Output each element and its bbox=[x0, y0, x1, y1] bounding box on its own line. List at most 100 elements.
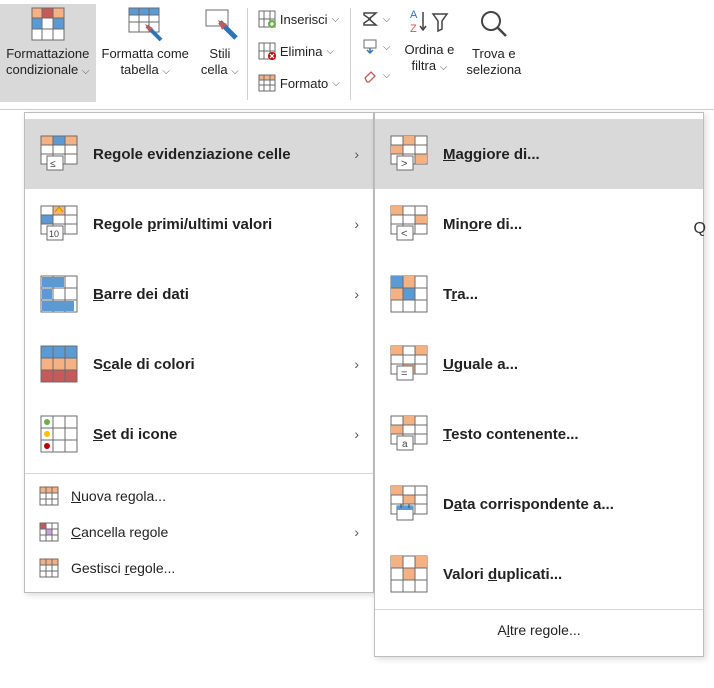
between-icon bbox=[389, 274, 429, 314]
date-icon bbox=[389, 484, 429, 524]
delete-cells-button[interactable]: Elimina ⌵ bbox=[256, 38, 342, 64]
top-bottom-label: Regole primi/ultimi valori bbox=[93, 216, 354, 233]
submenu-arrow-icon: › bbox=[354, 286, 359, 302]
submenu-arrow-icon: › bbox=[354, 146, 359, 162]
cell-styles-label2: cella ⌵ bbox=[201, 62, 239, 78]
ribbon: Formattazione condizionale ⌵ Formatta co… bbox=[0, 0, 714, 110]
chevron-down-icon: ⌵ bbox=[332, 78, 340, 89]
less-than-item[interactable]: < Minore di... bbox=[375, 189, 703, 259]
sort-filter-label1: Ordina e bbox=[404, 42, 454, 58]
conditional-formatting-button[interactable]: Formattazione condizionale ⌵ bbox=[0, 4, 96, 102]
fill-down-icon bbox=[361, 38, 379, 56]
new-rule-icon bbox=[39, 486, 59, 506]
color-scales-icon bbox=[39, 344, 79, 384]
format-icon bbox=[258, 74, 276, 92]
editing-icons: ⌵ ⌵ ⌵ bbox=[353, 4, 399, 88]
text-contains-icon: a bbox=[389, 414, 429, 454]
delete-label: Elimina bbox=[280, 44, 323, 59]
find-label2: seleziona bbox=[466, 62, 521, 78]
text-contains-label: Testo contenente... bbox=[443, 426, 689, 443]
chevron-down-icon: ⌵ bbox=[383, 70, 391, 81]
chevron-down-icon: ⌵ bbox=[231, 66, 239, 77]
svg-text:>: > bbox=[401, 158, 407, 170]
cells-group: Inserisci ⌵ Elimina ⌵ Formato ⌵ bbox=[250, 4, 348, 98]
svg-text:Z: Z bbox=[410, 23, 417, 35]
format-as-table-button[interactable]: Formatta come tabella ⌵ bbox=[96, 4, 195, 102]
clear-rules-item[interactable]: Cancella regole › bbox=[25, 514, 373, 550]
date-occurring-item[interactable]: Data corrispondente a... bbox=[375, 469, 703, 539]
highlight-rules-icon: ≤ bbox=[39, 134, 79, 174]
color-scales-item[interactable]: Scale di colori › bbox=[25, 329, 373, 399]
data-bars-label: Barre dei dati bbox=[93, 286, 354, 303]
manage-rules-icon bbox=[39, 558, 59, 578]
submenu-arrow-icon: › bbox=[354, 426, 359, 442]
more-rules-item[interactable]: Altre regole... bbox=[375, 609, 703, 650]
format-as-table-label1: Formatta come bbox=[102, 46, 189, 62]
svg-text:<: < bbox=[401, 228, 407, 240]
separator bbox=[350, 8, 351, 100]
data-bars-icon bbox=[39, 274, 79, 314]
more-rules-label: Altre regole... bbox=[497, 622, 580, 638]
fill-button[interactable]: ⌵ bbox=[359, 36, 393, 58]
greater-than-item[interactable]: > Maggiore di... bbox=[375, 119, 703, 189]
clear-rules-icon bbox=[39, 522, 59, 542]
data-bars-item[interactable]: Barre dei dati › bbox=[25, 259, 373, 329]
sigma-icon bbox=[361, 10, 379, 28]
clear-rules-label: Cancella regole bbox=[71, 524, 168, 540]
cell-styles-button[interactable]: Stili cella ⌵ bbox=[195, 4, 245, 102]
conditional-formatting-icon bbox=[30, 6, 66, 42]
insert-cells-button[interactable]: Inserisci ⌵ bbox=[256, 6, 342, 32]
submenu-arrow-icon: › bbox=[354, 524, 359, 540]
chevron-down-icon: ⌵ bbox=[82, 66, 90, 77]
duplicate-values-item[interactable]: Valori duplicati... bbox=[375, 539, 703, 609]
highlight-rules-submenu: > Maggiore di... < Minore di... Tra... =… bbox=[374, 112, 704, 657]
find-select-button[interactable]: Trova e seleziona bbox=[460, 4, 521, 102]
eraser-icon bbox=[361, 66, 379, 84]
insert-label: Inserisci bbox=[280, 12, 328, 27]
svg-text:A: A bbox=[410, 9, 418, 21]
sort-filter-button[interactable]: AZ Ordina e filtra ⌵ bbox=[398, 4, 460, 102]
svg-text:a: a bbox=[402, 439, 408, 450]
equal-to-label: Uguale a... bbox=[443, 356, 689, 373]
new-rule-item[interactable]: Nuova regola... bbox=[25, 478, 373, 514]
format-as-table-label2: tabella ⌵ bbox=[120, 62, 170, 78]
conditional-formatting-label2: condizionale ⌵ bbox=[6, 62, 90, 78]
new-rule-label: Nuova regola... bbox=[71, 488, 166, 504]
find-label1: Trova e bbox=[472, 46, 516, 62]
icon-sets-icon bbox=[39, 414, 79, 454]
highlight-cells-rules-item[interactable]: ≤ Regole evidenziazione celle › bbox=[25, 119, 373, 189]
svg-text:≤: ≤ bbox=[50, 159, 56, 170]
svg-text:10: 10 bbox=[49, 229, 59, 239]
sort-icon: AZ bbox=[409, 6, 429, 38]
between-item[interactable]: Tra... bbox=[375, 259, 703, 329]
manage-rules-item[interactable]: Gestisci regole... bbox=[25, 550, 373, 586]
greater-than-label: Maggiore di... bbox=[443, 146, 689, 163]
autosum-button[interactable]: ⌵ bbox=[359, 8, 393, 30]
insert-icon bbox=[258, 10, 276, 28]
chevron-down-icon: ⌵ bbox=[327, 46, 335, 57]
format-as-table-icon bbox=[127, 6, 163, 42]
conditional-formatting-menu: ≤ Regole evidenziazione celle › 10 Regol… bbox=[24, 112, 374, 593]
icon-sets-item[interactable]: Set di icone › bbox=[25, 399, 373, 469]
cell-styles-icon bbox=[202, 6, 238, 42]
equal-to-icon: = bbox=[389, 344, 429, 384]
clear-button[interactable]: ⌵ bbox=[359, 64, 393, 86]
delete-icon bbox=[258, 42, 276, 60]
date-label: Data corrispondente a... bbox=[443, 496, 689, 513]
submenu-arrow-icon: › bbox=[354, 356, 359, 372]
filter-icon bbox=[431, 6, 449, 38]
between-label: Tra... bbox=[443, 286, 689, 303]
conditional-formatting-label1: Formattazione bbox=[6, 46, 89, 62]
svg-text:=: = bbox=[401, 368, 407, 380]
menu-separator bbox=[25, 473, 373, 474]
chevron-down-icon: ⌵ bbox=[383, 14, 391, 25]
top-bottom-icon: 10 bbox=[39, 204, 79, 244]
chevron-down-icon: ⌵ bbox=[440, 62, 448, 73]
text-contains-item[interactable]: a Testo contenente... bbox=[375, 399, 703, 469]
equal-to-item[interactable]: = Uguale a... bbox=[375, 329, 703, 399]
duplicate-icon bbox=[389, 554, 429, 594]
column-header-q: Q bbox=[694, 220, 706, 238]
chevron-down-icon: ⌵ bbox=[383, 42, 391, 53]
format-cells-button[interactable]: Formato ⌵ bbox=[256, 70, 342, 96]
top-bottom-rules-item[interactable]: 10 Regole primi/ultimi valori › bbox=[25, 189, 373, 259]
